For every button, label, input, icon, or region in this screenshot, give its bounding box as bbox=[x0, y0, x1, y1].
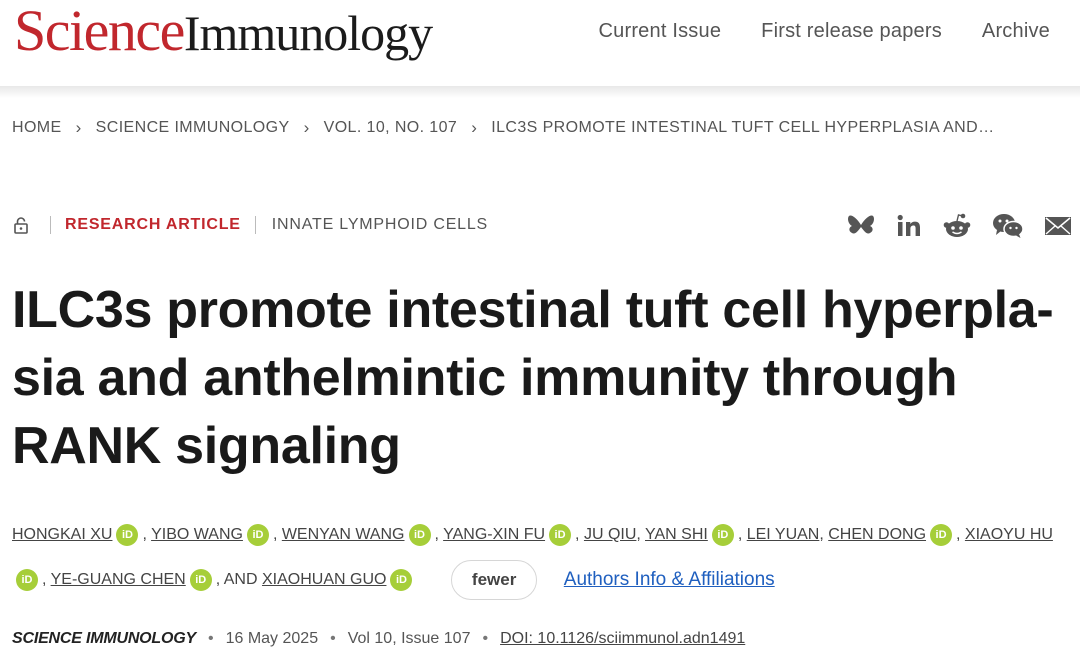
chevron-right-icon: › bbox=[75, 118, 82, 137]
separator-dot: • bbox=[330, 630, 336, 647]
title-line: RANK signaling bbox=[12, 417, 401, 475]
wechat-icon[interactable] bbox=[992, 212, 1024, 240]
author-link[interactable]: XIAOYU HU bbox=[965, 526, 1053, 543]
chevron-right-icon: › bbox=[471, 118, 478, 137]
author-link[interactable]: JU QIU bbox=[584, 526, 636, 543]
author-link[interactable]: YANG-XIN FU bbox=[443, 526, 545, 543]
author-link[interactable]: YE-GUANG CHEN bbox=[51, 571, 186, 588]
author-link[interactable]: WENYAN WANG bbox=[282, 526, 405, 543]
logo-immunology: Immunology bbox=[183, 5, 433, 61]
bluesky-icon[interactable] bbox=[846, 213, 876, 239]
orcid-icon[interactable]: iD bbox=[408, 523, 431, 546]
orcid-icon[interactable]: iD bbox=[549, 523, 572, 546]
author-link[interactable]: XIAOHUAN GUO bbox=[262, 571, 386, 588]
author-line: HONGKAI XU iD, YIBO WANG iD, WENYAN WANG iD… bbox=[12, 512, 1072, 557]
title-line: ILC3s promote intestinal tuft cell hyper… bbox=[12, 281, 1054, 339]
author-link[interactable]: HONGKAI XU bbox=[12, 526, 112, 543]
orcid-icon[interactable]: iD bbox=[246, 523, 269, 546]
breadcrumb-article: ILC3S PROMOTE INTESTINAL TUFT CELL HYPER… bbox=[491, 119, 995, 136]
author-link[interactable]: YAN SHI bbox=[645, 526, 708, 543]
reddit-icon[interactable] bbox=[942, 212, 972, 240]
journal-name[interactable]: SCIENCE IMMUNOLOGY bbox=[12, 630, 196, 648]
nav-first-release[interactable]: First release papers bbox=[761, 20, 942, 43]
orcid-icon[interactable]: iD bbox=[390, 568, 413, 591]
breadcrumb-issue[interactable]: VOL. 10, NO. 107 bbox=[324, 119, 458, 137]
chevron-right-icon: › bbox=[303, 118, 310, 137]
article-type-label[interactable]: RESEARCH ARTICLE bbox=[65, 216, 241, 234]
header-shadow bbox=[0, 86, 1080, 98]
breadcrumb-home[interactable]: HOME bbox=[12, 119, 62, 137]
orcid-icon[interactable]: iD bbox=[16, 568, 38, 591]
doi-link[interactable]: DOI: 10.1126/sciimmunol.adn1491 bbox=[500, 630, 745, 648]
logo-science: Science bbox=[14, 0, 185, 63]
breadcrumb: HOME › SCIENCE IMMUNOLOGY › VOL. 10, NO.… bbox=[12, 118, 994, 138]
author-link[interactable]: CHEN DONG bbox=[828, 526, 926, 543]
breadcrumb-journal[interactable]: SCIENCE IMMUNOLOGY bbox=[96, 119, 290, 137]
publication-info: SCIENCE IMMUNOLOGY • 16 May 2025 • Vol 1… bbox=[12, 630, 745, 648]
orcid-icon[interactable]: iD bbox=[189, 568, 212, 591]
linkedin-icon[interactable] bbox=[896, 213, 922, 239]
subject-label[interactable]: INNATE LYMPHOID CELLS bbox=[272, 216, 488, 234]
separator-dot: • bbox=[482, 630, 489, 647]
author-link[interactable]: YIBO WANG bbox=[151, 526, 243, 543]
nav-archive[interactable]: Archive bbox=[982, 20, 1050, 43]
top-nav: Current Issue First release papers Archi… bbox=[599, 20, 1051, 43]
orcid-icon[interactable]: iD bbox=[930, 523, 953, 546]
journal-logo[interactable]: ScienceImmunology bbox=[14, 0, 433, 63]
orcid-icon[interactable]: iD bbox=[711, 523, 734, 546]
orcid-icon[interactable]: iD bbox=[116, 523, 139, 546]
article-meta: RESEARCH ARTICLE INNATE LYMPHOID CELLS bbox=[12, 216, 488, 234]
share-bar bbox=[846, 212, 1072, 240]
lock-icon bbox=[14, 217, 28, 234]
authors-info-link[interactable]: Authors Info & Affiliations bbox=[564, 569, 775, 590]
email-icon[interactable] bbox=[1044, 215, 1072, 237]
and-label: AND bbox=[223, 571, 258, 588]
author-link[interactable]: LEI YUAN bbox=[747, 526, 820, 543]
separator-dot: • bbox=[207, 630, 214, 647]
nav-current-issue[interactable]: Current Issue bbox=[599, 20, 722, 43]
divider bbox=[50, 216, 51, 234]
site-header: ScienceImmunology Current Issue First re… bbox=[0, 0, 1080, 86]
issue-label[interactable]: Vol 10, Issue 107 bbox=[348, 630, 471, 648]
author-list: HONGKAI XU iD, YIBO WANG iD, WENYAN WANG iD… bbox=[12, 512, 1072, 602]
divider bbox=[254, 216, 256, 234]
publication-date: 16 May 2025 bbox=[225, 630, 319, 647]
author-line: iD, YE-GUANG CHEN iD, AND XIAOHUAN GUO iD … bbox=[12, 557, 1072, 602]
title-line: sia and anthelmintic immunity through bbox=[12, 349, 958, 407]
fewer-authors-button[interactable]: fewer bbox=[450, 559, 538, 600]
article-title: ILC3s promote intestinal tuft cell hyper… bbox=[12, 276, 1062, 480]
